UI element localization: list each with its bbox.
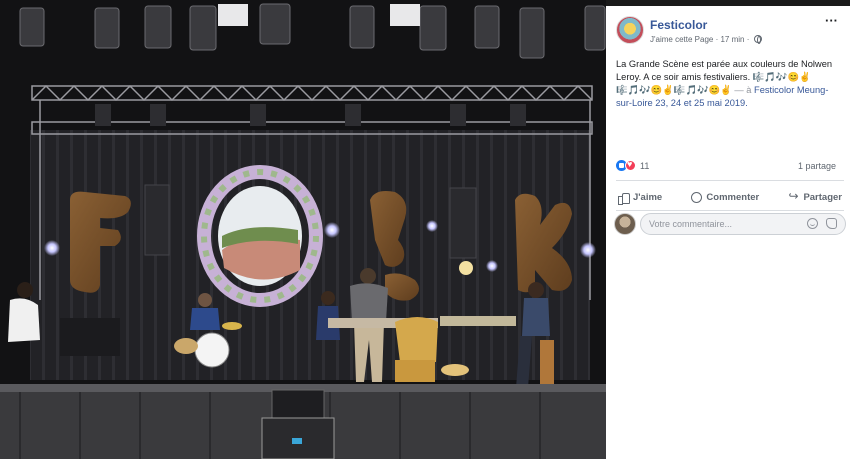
page-name-link[interactable]: Festicolor [650,18,707,32]
location-prefix: — à [734,85,752,95]
reactions-bar[interactable]: 11 1 partage [616,159,844,174]
sticker-icon[interactable] [826,218,837,229]
divider [616,180,844,181]
comment-bubble-icon [691,191,703,203]
post-panel: Festicolor J'aime cette Page · 17 min · … [606,6,850,459]
post-timestamp[interactable]: 17 min [720,35,744,44]
post-photo[interactable] [0,0,606,459]
stage-photo-illustration [0,0,606,459]
post-header: Festicolor J'aime cette Page · 17 min · … [616,14,844,50]
meta-separator: · [715,35,719,44]
share-button[interactable]: Partager [786,189,844,203]
love-reaction-icon [625,159,636,171]
like-button-label: J'aime [633,191,663,203]
more-options-icon[interactable]: ··· [825,14,838,27]
like-button[interactable]: J'aime [616,191,664,205]
share-count[interactable]: 1 partage [798,161,836,171]
comment-composer: Votre commentaire... [614,213,846,237]
post-body: La Grande Scène est parée aux couleurs d… [616,58,844,110]
meta-separator-2: · [746,35,750,44]
globe-icon [753,35,762,44]
page-avatar[interactable] [616,16,644,44]
post-meta: J'aime cette Page · 17 min · [650,35,762,44]
user-avatar[interactable] [614,213,636,235]
action-bar: J'aime Commenter Partager [616,186,844,208]
thumbs-up-icon [618,192,630,205]
divider [616,210,844,211]
like-page-link[interactable]: J'aime cette Page [650,35,713,44]
share-button-label: Partager [803,191,842,203]
share-arrow-icon [788,189,799,203]
reaction-count[interactable]: 11 [640,161,649,171]
emoji-icon[interactable] [807,218,818,229]
comment-button[interactable]: Commenter [689,191,761,203]
comment-button-label: Commenter [706,191,760,203]
